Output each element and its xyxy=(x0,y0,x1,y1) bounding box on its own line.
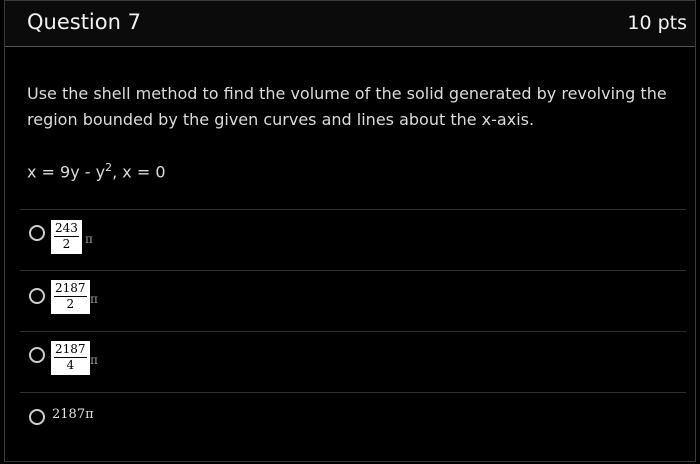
question-prompt: Use the shell method to find the volume … xyxy=(27,84,667,129)
fraction-numerator: 243 xyxy=(54,221,79,237)
fraction-image: 2187 4 xyxy=(51,341,90,375)
answer-choices: 243 2 π 2187 2 π 2187 4 π 2187π xyxy=(20,209,686,453)
pi-symbol: π xyxy=(85,232,93,246)
answer-option-3[interactable]: 2187 4 π xyxy=(20,331,686,392)
radio-button-icon[interactable] xyxy=(29,288,45,304)
answer-option-2[interactable]: 2187 2 π xyxy=(20,270,686,331)
fraction-denominator: 2 xyxy=(62,237,71,251)
answer-text: 2187π xyxy=(52,407,94,422)
equation-part: , x = 0 xyxy=(112,162,166,182)
fraction-numerator: 2187 xyxy=(54,342,87,358)
answer-option-1[interactable]: 243 2 π xyxy=(20,209,686,270)
radio-button-icon[interactable] xyxy=(29,225,45,241)
question-title: Question 7 xyxy=(27,10,141,34)
pi-symbol: π xyxy=(90,292,98,306)
fraction-image: 2187 2 xyxy=(51,280,90,314)
fraction-image: 243 2 xyxy=(51,220,82,254)
equation-part: x = 9y - y xyxy=(27,162,106,182)
pi-symbol: π xyxy=(90,353,98,367)
fraction-numerator: 2187 xyxy=(54,281,87,297)
question-header: Question 7 10 pts xyxy=(5,1,695,47)
fraction-denominator: 2 xyxy=(66,297,75,311)
question-equation: x = 9y - y2, x = 0 xyxy=(27,161,166,181)
fraction-denominator: 4 xyxy=(66,358,75,372)
question-points: 10 pts xyxy=(627,12,687,34)
radio-button-icon[interactable] xyxy=(29,347,45,363)
answer-option-4[interactable]: 2187π xyxy=(20,392,686,453)
radio-button-icon[interactable] xyxy=(29,409,45,425)
